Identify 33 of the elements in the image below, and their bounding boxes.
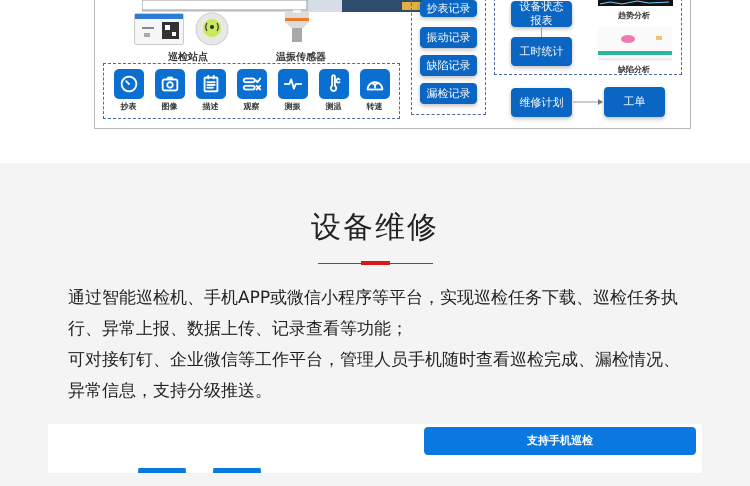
station-label: 巡检站点 — [168, 50, 208, 65]
feature-button[interactable]: 支持手机巡检 — [424, 427, 696, 455]
pulse-icon — [278, 69, 308, 99]
plan-button[interactable]: 维修计划 — [511, 88, 572, 117]
checklist-icon — [236, 69, 266, 99]
function-label: 转速 — [366, 101, 382, 113]
gauge-icon — [114, 69, 144, 99]
function-label: 抄表 — [120, 101, 136, 113]
record-button[interactable]: 缺陷记录 — [420, 55, 477, 76]
chart-label: 趋势分析 — [618, 10, 650, 22]
camera-icon — [154, 69, 184, 99]
thermometer-icon — [318, 69, 348, 99]
arrow-icon — [573, 98, 604, 106]
fan-icon — [360, 69, 390, 99]
chart-label: 缺陷分析 — [618, 64, 650, 76]
section-title: 设备维修 — [311, 213, 439, 243]
work-order-button[interactable]: 工单 — [604, 87, 665, 117]
inspection-tag-drawing — [134, 13, 184, 45]
function-label: 描述 — [202, 101, 218, 113]
function-label: 测振 — [284, 101, 300, 113]
nfc-tag-drawing — [195, 12, 229, 46]
record-button[interactable]: 漏检记录 — [420, 83, 477, 104]
document-icon — [196, 69, 226, 99]
record-button[interactable]: 抄表记录 — [420, 0, 477, 17]
function-label: 观察 — [244, 101, 260, 113]
record-button[interactable]: 振动记录 — [420, 27, 477, 48]
report-button[interactable]: 工时统计 — [511, 37, 572, 66]
sensor-label: 温振传感器 — [276, 50, 326, 65]
report-button[interactable]: 设备状态报表 — [511, 1, 572, 27]
description-paragraph: 通过智能巡检机、手机APP或微信小程序等平台，实现巡检任务下载、巡检任务执行、异常上报、数据上传、记录查看等功能； — [68, 287, 680, 341]
function-label: 图像 — [162, 101, 178, 113]
function-label: 测温 — [326, 101, 342, 113]
description-paragraph: 可对接钉钉、企业微信等工作平台，管理人员手机随时查看巡检完成、漏检情况、异常信息，支持分级推送。 — [68, 349, 681, 403]
